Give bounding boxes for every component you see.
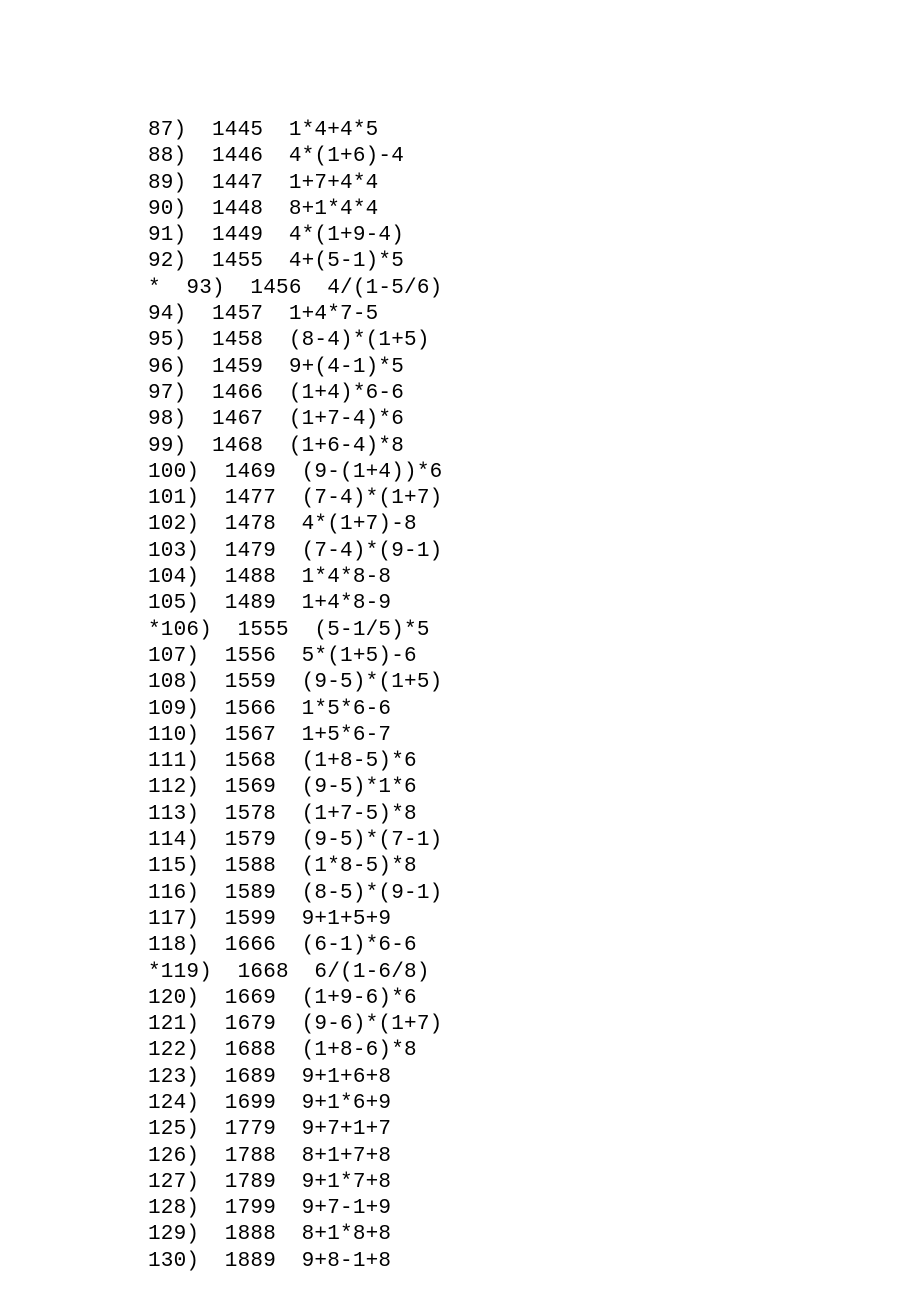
list-item: false12517799+7+1+7125) 1779 9+7+1+7 — [148, 1117, 920, 1143]
list-item: false9014488+1*4*490) 1448 8+1*4*4 — [148, 197, 920, 223]
row-text: 96) 1459 9+(4-1)*5 — [148, 356, 404, 379]
list-item: false971466(1+4)*6-697) 1466 (1+4)*6-6 — [148, 381, 920, 407]
row-text: 118) 1666 (6-1)*6-6 — [148, 934, 417, 957]
row-text: 105) 1489 1+4*8-9 — [148, 592, 391, 615]
list-item: false9614599+(4-1)*596) 1459 9+(4-1)*5 — [148, 355, 920, 381]
row-text: 112) 1569 (9-5)*1*6 — [148, 776, 417, 799]
list-item: false951458(8-4)*(1+5)95) 1458 (8-4)*(1+… — [148, 328, 920, 354]
row-text: 121) 1679 (9-6)*(1+7) — [148, 1013, 442, 1036]
row-text: 115) 1588 (1*8-5)*8 — [148, 855, 417, 878]
list-item: false10715565*(1+5)-6107) 1556 5*(1+5)-6 — [148, 644, 920, 670]
list-item: false12918888+1*8+8129) 1888 8+1*8+8 — [148, 1222, 920, 1248]
list-item: false991468(1+6-4)*899) 1468 (1+6-4)*8 — [148, 434, 920, 460]
list-item: false1161589(8-5)*(9-1)116) 1589 (8-5)*(… — [148, 881, 920, 907]
list-item: false1001469(9-(1+4))*6100) 1469 (9-(1+4… — [148, 460, 920, 486]
row-text: 94) 1457 1+4*7-5 — [148, 303, 378, 326]
row-text: *119) 1668 6/(1-6/8) — [148, 961, 430, 984]
row-text: 124) 1699 9+1*6+9 — [148, 1092, 391, 1115]
list-item: false1081559(9-5)*(1+5)108) 1559 (9-5)*(… — [148, 670, 920, 696]
row-text: 97) 1466 (1+4)*6-6 — [148, 382, 404, 405]
row-text: 128) 1799 9+7-1+9 — [148, 1197, 391, 1220]
list-item: false1211679(9-6)*(1+7)121) 1679 (9-6)*(… — [148, 1012, 920, 1038]
list-item: false8914471+7+4*489) 1447 1+7+4*4 — [148, 171, 920, 197]
row-text: 110) 1567 1+5*6-7 — [148, 724, 391, 747]
row-text: 129) 1888 8+1*8+8 — [148, 1223, 391, 1246]
list-item: false1141579(9-5)*(7-1)114) 1579 (9-5)*(… — [148, 828, 920, 854]
row-text: 120) 1669 (1+9-6)*6 — [148, 987, 417, 1010]
list-item: false1111568(1+8-5)*6111) 1568 (1+8-5)*6 — [148, 749, 920, 775]
row-text: 126) 1788 8+1+7+8 — [148, 1145, 391, 1168]
row-text: 100) 1469 (9-(1+4))*6 — [148, 461, 442, 484]
list-item: false11715999+1+5+9117) 1599 9+1+5+9 — [148, 907, 920, 933]
row-text: 99) 1468 (1+6-4)*8 — [148, 435, 404, 458]
list-item: true11916686/(1-6/8)*119) 1668 6/(1-6/8) — [148, 960, 920, 986]
list-item: false1121569(9-5)*1*6112) 1569 (9-5)*1*6 — [148, 775, 920, 801]
list-item: false1221688(1+8-6)*8122) 1688 (1+8-6)*8 — [148, 1038, 920, 1064]
list-item: true9314564/(1-5/6)* 93) 1456 4/(1-5/6) — [148, 276, 920, 302]
row-text: 123) 1689 9+1+6+8 — [148, 1066, 391, 1089]
row-text: 95) 1458 (8-4)*(1+5) — [148, 329, 430, 352]
row-text: 113) 1578 (1+7-5)*8 — [148, 803, 417, 826]
list-item: false10915661*5*6-6109) 1566 1*5*6-6 — [148, 697, 920, 723]
list-item: false1031479(7-4)*(9-1)103) 1479 (7-4)*(… — [148, 539, 920, 565]
list-item: false981467(1+7-4)*698) 1467 (1+7-4)*6 — [148, 407, 920, 433]
row-text: 127) 1789 9+1*7+8 — [148, 1171, 391, 1194]
row-text: 122) 1688 (1+8-6)*8 — [148, 1039, 417, 1062]
row-text: 102) 1478 4*(1+7)-8 — [148, 513, 417, 536]
list-item: false12817999+7-1+9128) 1799 9+7-1+9 — [148, 1196, 920, 1222]
list-item: false9114494*(1+9-4)91) 1449 4*(1+9-4) — [148, 223, 920, 249]
list-item: false1181666(6-1)*6-6118) 1666 (6-1)*6-6 — [148, 933, 920, 959]
list-item: false1151588(1*8-5)*8115) 1588 (1*8-5)*8 — [148, 854, 920, 880]
list-item: false12617888+1+7+8126) 1788 8+1+7+8 — [148, 1144, 920, 1170]
list-item: false13018899+8-1+8130) 1889 9+8-1+8 — [148, 1249, 920, 1275]
row-text: 98) 1467 (1+7-4)*6 — [148, 408, 404, 431]
row-text: 114) 1579 (9-5)*(7-1) — [148, 829, 442, 852]
list-item: false12416999+1*6+9124) 1699 9+1*6+9 — [148, 1091, 920, 1117]
solution-list: false8714451*4+4*587) 1445 1*4+4*5false8… — [0, 0, 920, 1275]
row-text: 116) 1589 (8-5)*(9-1) — [148, 882, 442, 905]
row-text: 88) 1446 4*(1+6)-4 — [148, 145, 404, 168]
row-text: *106) 1555 (5-1/5)*5 — [148, 619, 430, 642]
row-text: 101) 1477 (7-4)*(1+7) — [148, 487, 442, 510]
list-item: false1201669(1+9-6)*6120) 1669 (1+9-6)*6 — [148, 986, 920, 1012]
row-text: 103) 1479 (7-4)*(9-1) — [148, 540, 442, 563]
list-item: true1061555(5-1/5)*5*106) 1555 (5-1/5)*5 — [148, 618, 920, 644]
row-text: 90) 1448 8+1*4*4 — [148, 198, 378, 221]
row-text: 87) 1445 1*4+4*5 — [148, 119, 378, 142]
list-item: false9414571+4*7-594) 1457 1+4*7-5 — [148, 302, 920, 328]
row-text: 108) 1559 (9-5)*(1+5) — [148, 671, 442, 694]
row-text: 104) 1488 1*4*8-8 — [148, 566, 391, 589]
row-text: 125) 1779 9+7+1+7 — [148, 1118, 391, 1141]
list-item: false10214784*(1+7)-8102) 1478 4*(1+7)-8 — [148, 512, 920, 538]
list-item: false1011477(7-4)*(1+7)101) 1477 (7-4)*(… — [148, 486, 920, 512]
row-text: 109) 1566 1*5*6-6 — [148, 698, 391, 721]
row-text: 91) 1449 4*(1+9-4) — [148, 224, 404, 247]
list-item: false12717899+1*7+8127) 1789 9+1*7+8 — [148, 1170, 920, 1196]
row-text: 111) 1568 (1+8-5)*6 — [148, 750, 417, 773]
list-item: false1131578(1+7-5)*8113) 1578 (1+7-5)*8 — [148, 802, 920, 828]
list-item: false8814464*(1+6)-488) 1446 4*(1+6)-4 — [148, 144, 920, 170]
list-item: false12316899+1+6+8123) 1689 9+1+6+8 — [148, 1065, 920, 1091]
list-item: false10514891+4*8-9105) 1489 1+4*8-9 — [148, 591, 920, 617]
list-item: false11015671+5*6-7110) 1567 1+5*6-7 — [148, 723, 920, 749]
row-text: 107) 1556 5*(1+5)-6 — [148, 645, 417, 668]
row-text: * 93) 1456 4/(1-5/6) — [148, 277, 442, 300]
row-text: 117) 1599 9+1+5+9 — [148, 908, 391, 931]
list-item: false8714451*4+4*587) 1445 1*4+4*5 — [148, 118, 920, 144]
list-item: false10414881*4*8-8104) 1488 1*4*8-8 — [148, 565, 920, 591]
list-item: false9214554+(5-1)*592) 1455 4+(5-1)*5 — [148, 249, 920, 275]
row-text: 130) 1889 9+8-1+8 — [148, 1250, 391, 1273]
row-text: 89) 1447 1+7+4*4 — [148, 172, 378, 195]
row-text: 92) 1455 4+(5-1)*5 — [148, 250, 404, 273]
